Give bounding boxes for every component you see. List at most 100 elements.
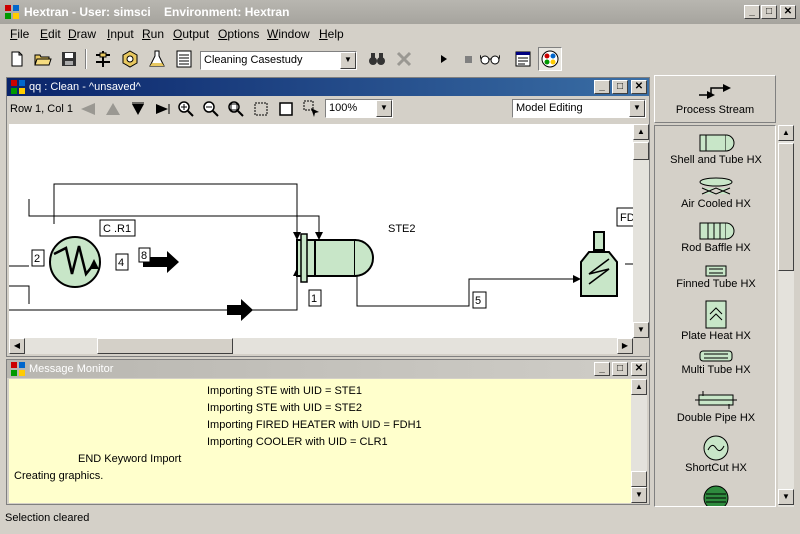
label-ste2: STE2 <box>388 223 416 235</box>
maximize-button[interactable]: □ <box>761 5 777 19</box>
menu-window[interactable]: Window <box>267 27 310 41</box>
menu-label-rest: raw <box>76 27 97 41</box>
zoom-select[interactable]: 100% ▼ <box>325 99 393 118</box>
monitor-maximize-button[interactable]: □ <box>612 362 628 376</box>
report-icon[interactable] <box>512 48 534 70</box>
menu-file[interactable]: File <box>10 27 29 41</box>
scroll-up-icon[interactable]: ▲ <box>631 379 647 395</box>
palette-next-item[interactable] <box>655 484 775 506</box>
chevron-down-icon[interactable]: ▼ <box>629 100 645 117</box>
flowsheet-toolbar: Row 1, Col 1 100% ▼ Model Editing ▼ <box>7 97 649 121</box>
palette-label: Plate Heat HX <box>681 330 751 342</box>
multi-tube-hx-icon <box>699 350 733 362</box>
flowsheet-title-bar: qq : Clean - ^unsaved^ _ □ ✕ <box>7 78 649 96</box>
zoom-area-icon[interactable] <box>253 101 269 117</box>
palette-plate-heat-hx[interactable]: Plate Heat HX <box>655 300 775 342</box>
palette-air-cooled-hx[interactable]: Air Cooled HX <box>655 176 775 210</box>
zoom-value: 100% <box>329 102 358 114</box>
glasses-icon[interactable] <box>479 48 501 70</box>
menu-options[interactable]: Options <box>218 27 259 41</box>
flowsheet-maximize-button[interactable]: □ <box>612 80 628 94</box>
menu-run[interactable]: Run <box>142 27 164 41</box>
palette-icon[interactable] <box>538 47 562 71</box>
scroll-down-icon[interactable]: ▼ <box>778 489 794 505</box>
close-button[interactable]: ✕ <box>780 5 796 19</box>
shell-tube-hx-icon <box>699 134 735 152</box>
palette-scrollbar[interactable]: ▲ ▼ <box>778 125 794 507</box>
scroll-left-icon[interactable]: ◀ <box>9 338 25 354</box>
flask-icon[interactable] <box>146 48 168 70</box>
chevron-down-icon[interactable]: ▼ <box>376 100 392 117</box>
message-line: Importing COOLER with UID = CLR1 <box>207 436 388 448</box>
palette-rod-baffle-hx[interactable]: Rod Baffle HX <box>655 220 775 254</box>
mode-select[interactable]: Model Editing ▼ <box>512 99 646 118</box>
component-icon[interactable] <box>119 48 141 70</box>
palette-shortcut-hx[interactable]: ShortCut HX <box>655 434 775 474</box>
casestudy-select[interactable]: Cleaning Casestudy ▼ <box>200 51 357 70</box>
menu-label-rest: nput <box>110 27 134 41</box>
menu-help[interactable]: Help <box>319 27 344 41</box>
flowsheet-drawing: C .R1 STE2 FD 2 4 8 1 5 <box>9 183 633 321</box>
arrow-left-icon[interactable] <box>79 101 97 117</box>
scroll-right-icon[interactable]: ▶ <box>617 338 633 354</box>
arrow-right-icon[interactable] <box>153 101 171 117</box>
scroll-down-icon[interactable]: ▼ <box>633 322 649 338</box>
flowsheet-minimize-button[interactable]: _ <box>594 80 610 94</box>
open-folder-icon[interactable] <box>32 48 54 70</box>
palette-label: Double Pipe HX <box>676 412 756 424</box>
palette-label: Finned Tube HX <box>676 278 756 290</box>
arrow-down-icon[interactable] <box>129 101 147 117</box>
app-title-bar: Hextran - User: simsci Environment: Hext… <box>0 0 800 24</box>
minimize-button[interactable]: _ <box>744 5 760 19</box>
select-pointer-icon[interactable] <box>303 100 321 118</box>
palette-shell-tube-hx[interactable]: Shell and Tube HX <box>655 132 775 166</box>
hextran-doc-icon <box>11 80 25 94</box>
process-stream-tool[interactable]: Process Stream <box>654 75 776 123</box>
menu-input[interactable]: Input <box>107 27 134 41</box>
stop-icon[interactable] <box>457 48 479 70</box>
fired-heater-fdh1[interactable] <box>580 231 618 297</box>
menu-edit[interactable]: Edit <box>40 27 61 41</box>
scroll-up-icon[interactable]: ▲ <box>633 124 649 140</box>
flowsheet-canvas[interactable]: C .R1 STE2 FD 2 4 8 1 5 <box>9 124 633 338</box>
flowsheet-close-button[interactable]: ✕ <box>631 80 647 94</box>
flowsheet-icon[interactable] <box>92 48 114 70</box>
scroll-up-icon[interactable]: ▲ <box>778 125 794 141</box>
flowsheet-vertical-scrollbar[interactable]: ▲ ▼ <box>633 124 649 338</box>
cooler-clr1[interactable] <box>49 236 101 288</box>
flowsheet-horizontal-scrollbar[interactable]: ◀ ▶ <box>9 338 633 354</box>
zoom-in-icon[interactable] <box>177 100 195 118</box>
save-icon[interactable] <box>58 48 80 70</box>
exchanger-ste2[interactable] <box>296 233 374 283</box>
message-log[interactable]: Importing STE with UID = STE1 Importing … <box>9 379 631 503</box>
menu-draw[interactable]: Draw <box>68 27 96 41</box>
arrow-up-icon[interactable] <box>104 101 122 117</box>
menu-label-rest: indow <box>278 27 310 41</box>
message-vertical-scrollbar[interactable]: ▲ ▼ <box>631 379 647 503</box>
hscroll-thumb[interactable] <box>97 338 233 354</box>
finned-tube-hx-icon <box>705 265 727 277</box>
chevron-down-icon[interactable]: ▼ <box>340 52 356 69</box>
binoculars-icon[interactable] <box>366 48 388 70</box>
run-icon[interactable] <box>432 48 454 70</box>
scroll-thumb[interactable] <box>631 471 647 487</box>
scroll-down-icon[interactable]: ▼ <box>631 487 647 503</box>
palette-multi-tube-hx[interactable]: Multi Tube HX <box>655 348 775 376</box>
palette-label: Air Cooled HX <box>681 198 751 210</box>
monitor-minimize-button[interactable]: _ <box>594 362 610 376</box>
grid-icon[interactable] <box>173 48 195 70</box>
palette-finned-tube-hx[interactable]: Finned Tube HX <box>655 264 775 290</box>
cancel-icon[interactable] <box>393 48 415 70</box>
palette-double-pipe-hx[interactable]: Double Pipe HX <box>655 388 775 424</box>
flowsheet-title: qq : Clean - ^unsaved^ <box>29 81 141 93</box>
zoom-page-icon[interactable] <box>278 101 294 117</box>
zoom-fit-icon[interactable] <box>227 100 245 118</box>
monitor-close-button[interactable]: ✕ <box>631 362 647 376</box>
zoom-out-icon[interactable] <box>202 100 220 118</box>
message-line: END Keyword Import <box>78 453 182 465</box>
menu-label-rest: utput <box>182 27 210 41</box>
scroll-thumb[interactable] <box>633 142 649 160</box>
menu-output[interactable]: Output <box>173 27 209 41</box>
new-file-icon[interactable] <box>6 48 28 70</box>
scroll-thumb[interactable] <box>778 143 794 271</box>
